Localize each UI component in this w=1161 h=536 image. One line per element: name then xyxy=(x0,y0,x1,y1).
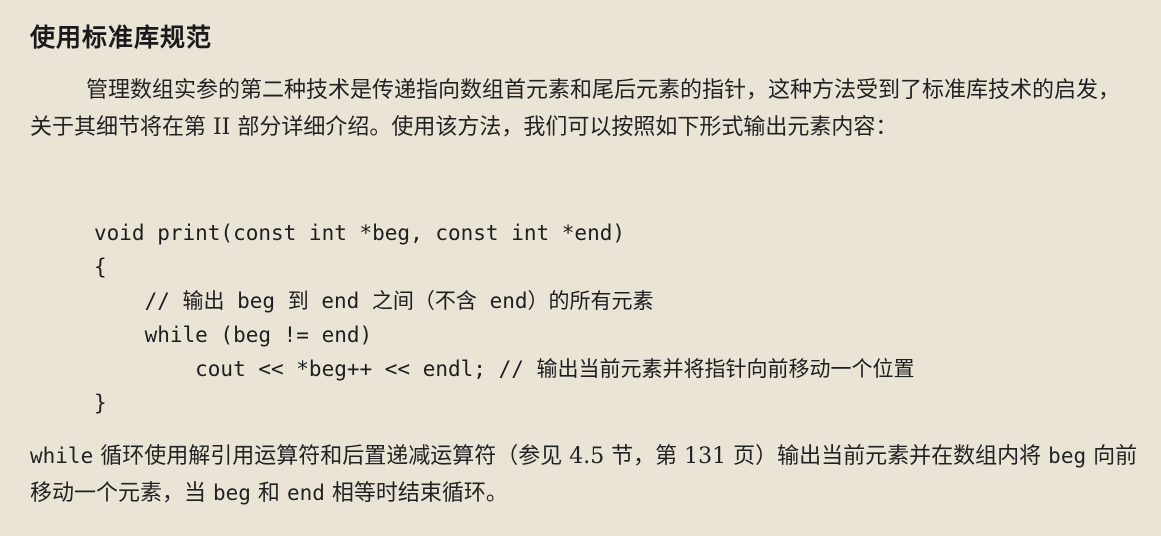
code-line: } xyxy=(94,391,107,415)
explanation-text: 和 xyxy=(250,481,287,506)
code-line: // 输出 beg 到 end 之间（不含 end）的所有元素 xyxy=(94,289,654,313)
explanation-paragraph: while 循环使用解引用运算符和后置递减运算符（参见 4.5 节，第 131 … xyxy=(30,438,1140,512)
explanation-text: 循环使用解引用运算符和后置递减运算符（参见 4.5 节，第 131 页）输出当前… xyxy=(93,444,1049,469)
keyword-end: end xyxy=(286,481,325,505)
keyword-beg: beg xyxy=(1048,444,1087,468)
code-line: { xyxy=(94,255,107,279)
code-line: while (beg != end) xyxy=(94,323,373,347)
keyword-beg: beg xyxy=(213,481,251,505)
code-line: void print(const int *beg, const int *en… xyxy=(94,221,626,245)
code-block: void print(const int *beg, const int *en… xyxy=(94,216,915,420)
book-page: 使用标准库规范 管理数组实参的第二种技术是传递指向数组首元素和尾后元素的指针，这… xyxy=(0,0,1161,536)
keyword-while: while xyxy=(30,444,94,468)
code-line: cout << *beg++ << endl; // 输出当前元素并将指针向前移… xyxy=(94,357,915,381)
explanation-text: 相等时结束循环。 xyxy=(324,481,508,506)
section-heading: 使用标准库规范 xyxy=(30,23,213,52)
intro-paragraph: 管理数组实参的第二种技术是传递指向数组首元素和尾后元素的指针，这种方法受到了标准… xyxy=(30,78,1121,140)
